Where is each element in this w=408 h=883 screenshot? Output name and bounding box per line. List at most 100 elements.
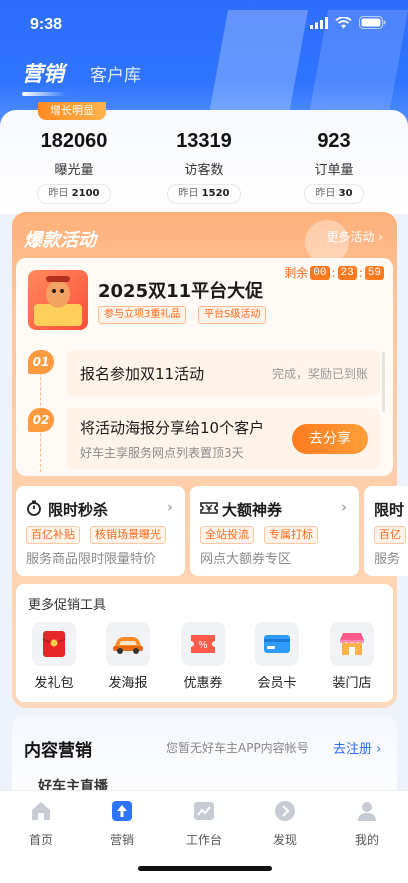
yesterday-value: 1520 — [201, 188, 230, 199]
tabbar-item-marketing[interactable]: 营销 — [92, 799, 152, 848]
stat-yesterday-pill: 昨日 30 — [304, 184, 364, 204]
tabbar-label: 工作台 — [185, 833, 222, 847]
tabbar-item-workbench[interactable]: 工作台 — [174, 799, 234, 848]
tool-member-card[interactable]: 会员卡 — [247, 622, 307, 691]
flash-sale-card[interactable]: 限时秒杀 › 百亿补贴 核销场景曝光 服务商品限时限量特价 — [16, 486, 185, 576]
yesterday-prefix: 昨日 — [315, 188, 336, 199]
tabbar-item-discover[interactable]: 发现 — [255, 799, 315, 848]
activity-tag: 参与立项3重礼品 — [98, 306, 187, 324]
step-scrollbar[interactable] — [382, 352, 385, 412]
card-desc: 服务 — [374, 552, 401, 567]
home-icon — [32, 802, 50, 820]
stat-yesterday-pill: 昨日 1520 — [167, 184, 241, 204]
countdown-minutes: 23 — [337, 265, 357, 280]
step-subtitle: 好车主享服务网点列表置顶3天 — [80, 446, 244, 460]
car-poster-icon — [113, 637, 143, 654]
register-link[interactable]: 去注册 › — [333, 738, 381, 757]
tabbar-item-home[interactable]: 首页 — [11, 799, 71, 848]
countdown-hours: 00 — [310, 265, 330, 280]
card-desc: 网点大额券专区 — [200, 552, 292, 567]
countdown-timer: 剩余 00: 23: 59 — [284, 264, 384, 281]
tabbar-item-profile[interactable]: 我的 — [337, 799, 397, 848]
share-button[interactable]: 去分享 — [292, 424, 368, 454]
tool-poster[interactable]: 发海报 — [98, 622, 158, 691]
activity-tag: 平台S级活动 — [198, 306, 267, 324]
home-indicator — [138, 866, 272, 871]
tabbar-label: 我的 — [354, 833, 379, 847]
promo-tools-panel: 更多促销工具 发礼包 发海报 % 优惠券 会员卡 装门店 — [16, 584, 393, 702]
step-number-badge: 01 — [28, 350, 54, 374]
more-activities-link[interactable]: 更多活动 › — [326, 228, 383, 245]
countdown-seconds: 59 — [364, 265, 384, 280]
tool-gift-pack[interactable]: 发礼包 — [24, 622, 84, 691]
tool-label: 装门店 — [332, 676, 372, 691]
tab-marketing[interactable]: 营销 — [22, 58, 66, 96]
stat-value: 13319 — [176, 130, 232, 152]
activity-title: 2025双11平台大促 — [98, 281, 264, 302]
tool-label: 发海报 — [108, 676, 148, 691]
stat-value: 182060 — [40, 130, 108, 152]
stat-value: 923 — [317, 130, 351, 152]
growth-badge: 增长明显 — [38, 102, 106, 120]
content-marketing-hint: 您暂无好车主APP内容帐号 — [166, 741, 309, 755]
stat-label: 访客数 — [184, 163, 224, 178]
tab-customer-base-label: 客户库 — [90, 66, 141, 86]
stat-exposure[interactable]: 182060 曝光量 昨日 2100 — [6, 130, 142, 204]
growth-badge-label: 增长明显 — [50, 104, 94, 117]
card-tag: 核销场景曝光 — [90, 526, 166, 544]
workbench-icon — [194, 802, 214, 820]
stat-orders[interactable]: 923 订单量 昨日 30 — [266, 130, 402, 204]
yesterday-value: 30 — [338, 188, 353, 199]
status-time: 9:38 — [30, 16, 63, 33]
yesterday-value: 2100 — [71, 188, 100, 199]
tool-coupon[interactable]: % 优惠券 — [173, 622, 233, 691]
tab-customer-base[interactable]: 客户库 — [90, 61, 141, 92]
tool-label: 优惠券 — [183, 676, 223, 691]
discover-icon — [275, 801, 295, 821]
activity-thumbnail — [28, 270, 88, 330]
member-card-icon — [264, 635, 290, 653]
wifi-icon — [335, 16, 352, 28]
stat-label: 曝光量 — [54, 163, 94, 178]
partial-activity-card[interactable]: 限时 百亿 服务 — [364, 486, 408, 576]
stopwatch-icon — [27, 500, 41, 516]
profile-icon — [358, 802, 376, 821]
coupon-icon: % — [191, 635, 215, 653]
step-row[interactable]: 将活动海报分享给10个客户 好车主享服务网点列表置顶3天 去分享 — [66, 408, 380, 470]
tabbar-label: 营销 — [109, 833, 134, 847]
tabbar-label: 首页 — [28, 833, 53, 847]
signal-icon — [310, 16, 328, 29]
battery-icon — [359, 16, 386, 29]
red-envelope-icon — [42, 631, 66, 657]
ticket-icon — [200, 502, 218, 514]
chevron-right-icon: › — [167, 498, 173, 516]
card-tag: 全站投流 — [200, 526, 254, 544]
step-status: 完成，奖励已到账 — [271, 367, 368, 381]
tool-label: 发礼包 — [34, 676, 74, 691]
step-title: 报名参加双11活动 — [80, 365, 205, 383]
big-coupon-card[interactable]: 大额神券 › 全站投流 专属打标 网点大额券专区 — [190, 486, 359, 576]
card-title: 大额神券 — [222, 501, 283, 519]
card-tag: 百亿 — [374, 526, 406, 544]
status-bar: 9:38 — [0, 0, 408, 48]
marketing-icon — [112, 801, 132, 821]
step-number-badge: 02 — [28, 408, 54, 432]
card-tag: 百亿补贴 — [26, 526, 80, 544]
step-title: 将活动海报分享给10个客户 — [80, 419, 265, 437]
stat-yesterday-pill: 昨日 2100 — [37, 184, 111, 204]
tool-storefront[interactable]: 装门店 — [322, 622, 382, 691]
chevron-right-icon: › — [341, 498, 347, 516]
stat-visitors[interactable]: 13319 访客数 昨日 1520 — [136, 130, 272, 204]
step-row[interactable]: 报名参加双11活动 完成，奖励已到账 — [66, 350, 380, 396]
stat-label: 订单量 — [314, 163, 354, 178]
section-title: 爆款活动 — [24, 230, 96, 251]
card-title: 限时 — [374, 501, 405, 519]
card-desc: 服务商品限时限量特价 — [26, 552, 157, 567]
card-title: 限时秒杀 — [48, 501, 109, 519]
card-tag: 专属打标 — [264, 526, 318, 544]
content-marketing-title: 内容营销 — [24, 741, 92, 761]
top-tabs: 营销 客户库 — [22, 58, 141, 96]
mascot-illustration-icon — [34, 276, 82, 326]
active-tab-indicator — [22, 92, 66, 96]
svg-text:%: % — [198, 640, 208, 651]
